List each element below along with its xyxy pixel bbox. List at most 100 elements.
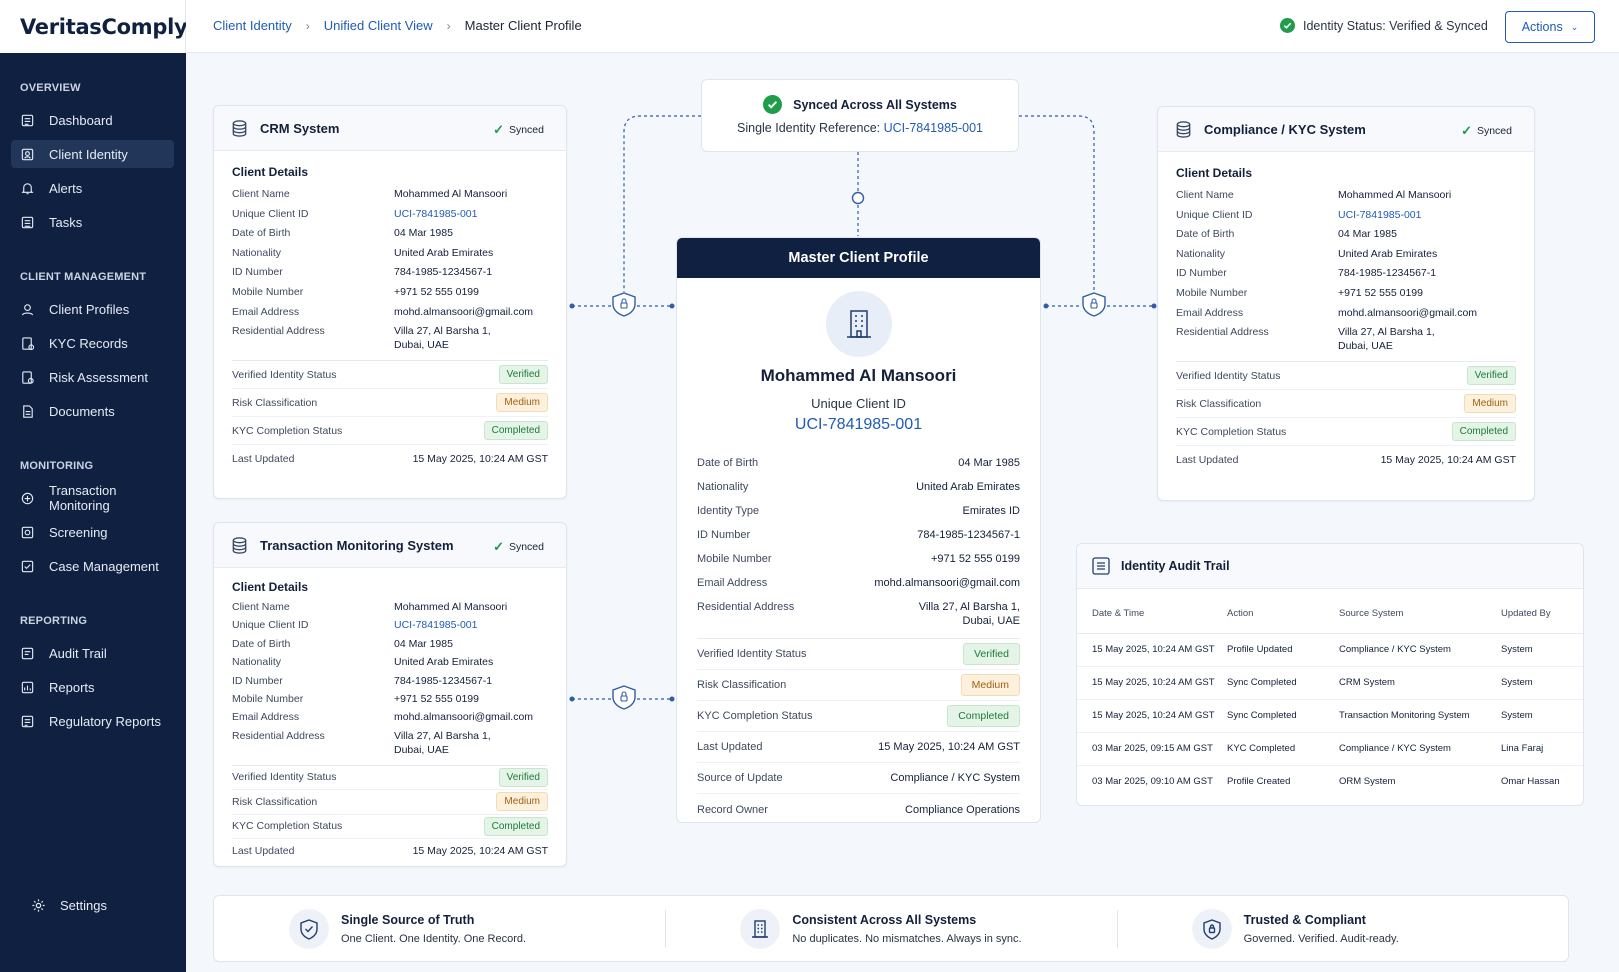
detail-value: 04 Mar 1985 [394,226,453,240]
breadcrumb: Client Identity › Unified Client View › … [213,18,582,33]
detail-label: Email Address [232,711,300,724]
sidebar-item-risk-assessment[interactable]: Risk Assessment [11,363,174,391]
table-row[interactable]: 03 Mar 2025, 09:15 AM GST KYC Completed Co… [1077,732,1583,766]
detail-value: Villa 27, Al Barsha 1, Dubai, UAE [394,324,491,352]
nav-section-title: REPORTING [20,615,88,627]
detail-value-text: mohd.almansoori@gmail.com [394,305,534,318]
detail-value[interactable]: UCI-7841985-001 [394,207,477,221]
footer-item-subtitle: Governed. Verified. Audit-ready. [1243,932,1399,945]
status-badge: Medium [1464,394,1516,414]
detail-label: Mobile Number [232,285,304,298]
detail-row: ID Number 784-1985-1234567-1 [214,265,566,279]
sidebar-item-label: Reports [49,679,95,695]
master-detail-value: United Arab Emirates [916,480,1020,494]
sidebar-item-label: Transaction Monitoring [49,483,117,513]
footer-item: Consistent Across All Systems No duplica… [665,896,1116,961]
footer-item-title: Trusted & Compliant [1243,912,1366,927]
audit-title: Identity Audit Trail [1121,559,1230,573]
table-cell: KYC Completed [1227,732,1339,766]
check-icon: ✓ [493,122,504,137]
detail-row: Nationality United Arab Emirates [214,246,566,260]
sidebar-item-alerts[interactable]: Alerts [11,174,174,202]
detail-value-text: UCI-7841985-001 [1338,208,1422,221]
sidebar-item-label: Client Identity [49,146,128,162]
table-cell: 15 May 2025, 10:24 AM GST [1077,666,1227,700]
table-row[interactable]: 03 Mar 2025, 09:10 AM GST Profile Created… [1077,765,1583,798]
sync-ref-link[interactable]: UCI-7841985-001 [884,121,983,135]
status-row: Last Updated 15 May 2025, 10:24 AM GST [232,445,548,473]
detail-value-text: Villa 27, Al Barsha 1, [394,729,491,742]
sidebar-item-screening[interactable]: Screening [11,518,174,546]
sidebar-item-documents[interactable]: Documents [11,397,174,425]
uci-value[interactable]: UCI-7841985-001 [677,416,1040,434]
sidebar-item-client-identity[interactable]: Client Identity [11,140,174,168]
sidebar-item-case-management[interactable]: Case Management [11,552,174,580]
client-profiles-icon [21,303,34,315]
sidebar-item-audit-trail[interactable]: Audit Trail [11,639,174,667]
sidebar-item-reports[interactable]: Reports [11,673,174,701]
detail-value-text: Mohammed Al Mansoori [394,601,508,613]
check-circle-icon [1280,18,1295,33]
detail-value: +971 52 555 0199 [1338,286,1423,300]
sidebar-item-dashboard[interactable]: Dashboard [11,106,174,134]
detail-value-text: Villa 27, Al Barsha 1, [394,325,491,338]
shield-lock-icon [1191,908,1232,949]
detail-row: Date of Birth 04 Mar 1985 [1158,227,1534,241]
regulatory-reports-icon [21,715,34,727]
sidebar-item-label: KYC Records [49,335,128,351]
synced-label: Synced [508,124,544,136]
sidebar-item-regulatory-reports[interactable]: Regulatory Reports [11,707,174,735]
table-cell: Transaction Monitoring System [1339,699,1501,733]
status-value: Compliance / KYC System [890,772,1020,784]
sidebar-item-client-profiles[interactable]: Client Profiles [11,295,174,323]
breadcrumb-client-identity[interactable]: Client Identity [213,18,292,33]
detail-row: Email Address mohd.almansoori@gmail.com [1158,306,1534,320]
sidebar-item-settings[interactable]: Settings [22,891,185,919]
sidebar-item-kyc-records[interactable]: KYC Records [11,329,174,357]
detail-value-text: 04 Mar 1985 [394,227,453,240]
sidebar-item-label: Documents [49,403,115,419]
actions-button[interactable]: Actions ⌄ [1505,11,1595,43]
sidebar-nav: OVERVIEW Dashboard Client Identity Alert… [0,82,186,735]
detail-label: Unique Client ID [232,619,309,632]
detail-label: ID Number [232,266,283,279]
detail-value[interactable]: UCI-7841985-001 [1338,208,1421,222]
detail-value: Mohammed Al Mansoori [1338,188,1451,202]
detail-label: Unique Client ID [1176,208,1253,221]
sync-banner-title: Synced Across All Systems [793,97,957,112]
table-row[interactable]: 15 May 2025, 10:24 AM GST Sync Completed T… [1077,699,1583,733]
master-status-label: Risk Classification [697,679,787,691]
synced-badge: ✓ Synced [493,122,544,138]
detail-value: United Arab Emirates [394,655,493,669]
nav-section-client-management: CLIENT MANAGEMENT Client Profiles KYC Re… [0,271,186,425]
breadcrumb-unified-client-view[interactable]: Unified Client View [324,18,433,33]
shield-check-icon [289,908,329,949]
detail-row: Residential Address Villa 27, Al Barsha … [214,324,566,352]
gear-icon [32,898,45,912]
status-list: Verified Identity Status Verified Risk C… [232,360,548,473]
actions-button-label: Actions [1521,20,1563,34]
synced-label: Synced [1476,125,1512,137]
detail-value-text: +971 52 555 0199 [394,692,479,705]
detail-value: mohd.almansoori@gmail.com [394,710,533,724]
detail-value-text: Mohammed Al Mansoori [1338,189,1452,201]
master-status-label: Record Owner [697,803,768,816]
detail-value-text-2: Dubai, UAE [1338,340,1393,353]
table-row[interactable]: 15 May 2025, 10:24 AM GST Sync Completed C… [1077,666,1583,700]
table-cell: Compliance / KYC System [1339,732,1501,766]
table-row[interactable]: 15 May 2025, 10:24 AM GST Profile Updated… [1077,633,1583,667]
sidebar-item-transaction-monitoring[interactable]: Transaction Monitoring [11,483,174,513]
detail-row: Unique Client ID UCI-7841985-001 [214,207,566,221]
detail-label: Client Name [232,188,290,200]
detail-label: Mobile Number [1176,286,1248,299]
app-logo[interactable]: VeritasComply [20,15,188,39]
detail-value-text: mohd.almansoori@gmail.com [1338,306,1478,319]
detail-row: Email Address mohd.almansoori@gmail.com [214,710,566,724]
sidebar-item-tasks[interactable]: Tasks [11,208,174,236]
status-badge: Completed [947,705,1020,727]
risk-assessment-icon [22,370,34,384]
synced-badge: ✓ Synced [1461,123,1512,139]
detail-value[interactable]: UCI-7841985-001 [394,618,477,632]
footer-item: Single Source of Truth One Client. One I… [214,896,665,961]
detail-value: 04 Mar 1985 [394,637,453,651]
